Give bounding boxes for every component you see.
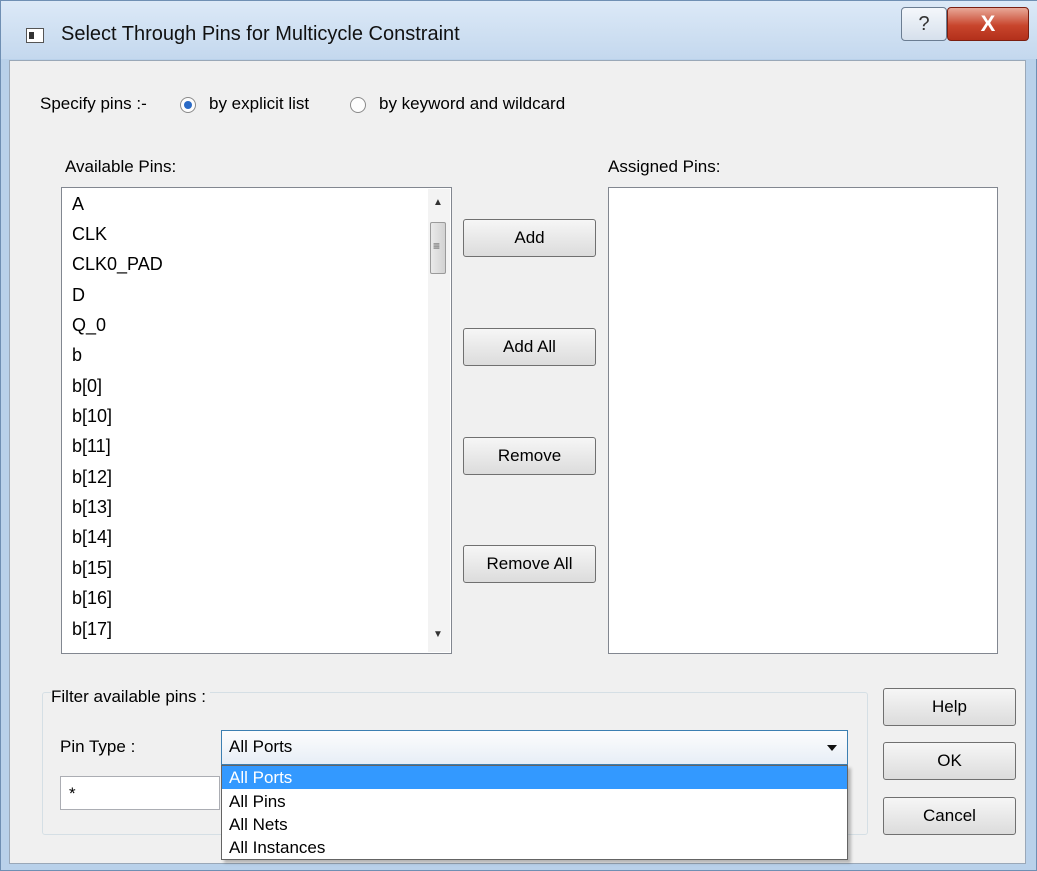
- add-all-button[interactable]: Add All: [463, 328, 596, 366]
- ok-button[interactable]: OK: [883, 742, 1016, 780]
- close-button[interactable]: X: [947, 7, 1029, 41]
- list-item[interactable]: b[15]: [72, 558, 112, 579]
- cancel-button[interactable]: Cancel: [883, 797, 1016, 835]
- pin-type-label: Pin Type :: [60, 737, 136, 756]
- remove-all-button[interactable]: Remove All: [463, 545, 596, 583]
- list-item[interactable]: D: [72, 285, 85, 306]
- grip-icon: ≡: [433, 239, 441, 253]
- add-button[interactable]: Add: [463, 219, 596, 257]
- dropdown-option-all-ports[interactable]: All Ports: [222, 766, 847, 789]
- radio-keyword-wildcard[interactable]: [350, 97, 366, 113]
- assigned-pins-list[interactable]: [608, 187, 998, 654]
- assigned-pins-label: Assigned Pins:: [608, 157, 721, 176]
- list-item[interactable]: Q_0: [72, 315, 106, 336]
- remove-button[interactable]: Remove: [463, 437, 596, 475]
- available-pins-list[interactable]: A CLK CLK0_PAD D Q_0 b b[0] b[10] b[11] …: [61, 187, 452, 654]
- list-item[interactable]: CLK: [72, 224, 107, 245]
- list-item[interactable]: b[16]: [72, 588, 112, 609]
- radio-keyword-wildcard-label[interactable]: by keyword and wildcard: [379, 94, 565, 114]
- available-pins-label: Available Pins:: [65, 157, 177, 176]
- list-item[interactable]: CLK0_PAD: [72, 254, 163, 275]
- scroll-down-icon[interactable]: ▼: [433, 629, 443, 640]
- list-item[interactable]: b[12]: [72, 467, 112, 488]
- pin-type-value: All Ports: [229, 737, 293, 756]
- pin-type-select[interactable]: All Ports: [221, 730, 848, 765]
- specify-pins-label: Specify pins :-: [40, 94, 147, 113]
- list-item[interactable]: b[10]: [72, 406, 112, 427]
- scrollbar-thumb[interactable]: ≡: [430, 222, 446, 274]
- list-item[interactable]: b: [72, 345, 82, 366]
- scroll-up-icon[interactable]: ▲: [433, 197, 443, 208]
- pin-type-dropdown-list[interactable]: All Ports All Pins All Nets All Instance…: [221, 765, 848, 860]
- list-item[interactable]: b[17]: [72, 619, 112, 640]
- list-item[interactable]: A: [72, 194, 84, 215]
- dropdown-option-all-pins[interactable]: All Pins: [222, 790, 847, 813]
- available-pins-scrollbar[interactable]: ▲ ≡ ▼: [428, 189, 450, 652]
- chevron-down-icon[interactable]: [827, 745, 837, 751]
- filter-group-label: Filter available pins :: [51, 687, 210, 707]
- help-button[interactable]: Help: [883, 688, 1016, 726]
- dropdown-option-all-instances[interactable]: All Instances: [222, 836, 847, 859]
- list-item[interactable]: b[13]: [72, 497, 112, 518]
- radio-explicit-list[interactable]: [180, 97, 196, 113]
- title-help-button[interactable]: ?: [901, 7, 947, 41]
- list-item[interactable]: b[0]: [72, 376, 102, 397]
- filter-text-field[interactable]: *: [60, 776, 220, 810]
- dropdown-option-all-nets[interactable]: All Nets: [222, 813, 847, 836]
- window-title: Select Through Pins for Multicycle Const…: [61, 23, 460, 45]
- filter-text-value: *: [69, 784, 76, 803]
- window-icon: [26, 28, 44, 43]
- list-item[interactable]: b[11]: [72, 436, 111, 457]
- radio-explicit-list-label[interactable]: by explicit list: [209, 94, 309, 114]
- list-item[interactable]: b[14]: [72, 527, 112, 548]
